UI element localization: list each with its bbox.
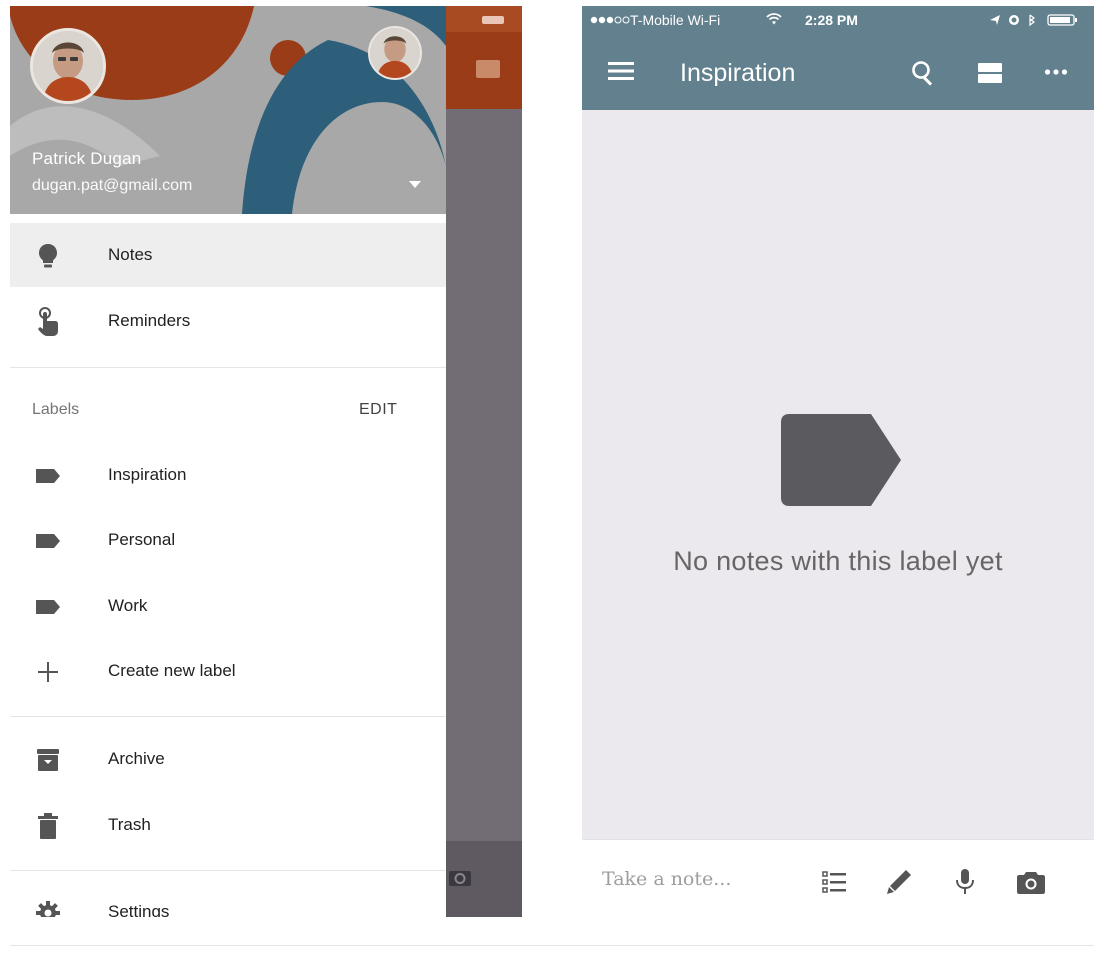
drawer-item-label: Inspiration	[108, 465, 187, 484]
secondary-account-avatar[interactable]	[368, 26, 422, 80]
profile-photo-small	[370, 28, 420, 78]
left-phone-screen: Patrick Dugan dugan.pat@gmail.com Notes	[10, 6, 522, 917]
navigation-drawer: Patrick Dugan dugan.pat@gmail.com Notes	[10, 6, 446, 917]
account-switcher-caret-icon[interactable]	[409, 181, 421, 189]
reminder-hand-icon	[38, 307, 58, 336]
take-note-input[interactable]	[602, 868, 802, 890]
edit-labels-button[interactable]: EDIT	[359, 401, 397, 419]
label-tag-icon	[36, 469, 60, 483]
carrier-name: T-Mobile Wi-Fi	[630, 12, 721, 28]
drawer-divider	[10, 716, 446, 717]
label-tag-icon	[36, 534, 60, 548]
profile-photo	[33, 31, 103, 101]
wifi-icon	[766, 13, 782, 25]
camera-icon	[449, 871, 471, 886]
drawer-item-label: Reminders	[108, 311, 191, 330]
drawer-item-label: Trash	[108, 815, 151, 834]
page-divider	[10, 945, 1094, 946]
menu-icon[interactable]	[608, 60, 634, 82]
page-title: Inspiration	[680, 59, 796, 87]
account-name: Patrick Dugan	[32, 149, 142, 168]
drawer-item-archive[interactable]: Archive	[10, 727, 446, 791]
drawer-item-label: Archive	[108, 749, 165, 768]
drawer-item-label: Personal	[108, 530, 176, 549]
drawer-divider	[10, 367, 446, 368]
account-email: dugan.pat@gmail.com	[32, 177, 193, 194]
drawer-item-label: Work	[108, 596, 148, 615]
screenshot-stage: Patrick Dugan dugan.pat@gmail.com Notes	[0, 0, 1106, 956]
app-bar: Inspiration	[582, 34, 1094, 110]
drawer-item-label: Notes	[108, 245, 153, 264]
pen-icon[interactable]	[884, 868, 914, 896]
drawer-divider	[10, 870, 446, 871]
create-new-label-button[interactable]: Create new label	[10, 639, 446, 703]
bottom-bar	[582, 839, 1094, 917]
drawer-header: Patrick Dugan dugan.pat@gmail.com	[10, 6, 446, 214]
label-tag-icon	[781, 414, 901, 506]
archive-icon	[37, 749, 59, 771]
search-icon[interactable]	[911, 60, 937, 86]
drawer-item-reminders[interactable]: Reminders	[10, 289, 446, 353]
drawer-item-label: Create new label	[108, 661, 236, 680]
battery-icon	[482, 16, 504, 24]
background-app-header	[446, 6, 522, 109]
camera-icon[interactable]	[1016, 868, 1046, 896]
signal-strength-icon	[590, 16, 630, 24]
drawer-item-label-work[interactable]: Work	[10, 574, 446, 638]
account-avatar[interactable]	[30, 28, 106, 104]
plus-icon	[38, 662, 58, 682]
background-app-body	[446, 109, 522, 841]
labels-section-title: Labels	[32, 401, 80, 418]
view-toggle-icon[interactable]	[977, 62, 1003, 84]
status-bar: T-Mobile Wi-Fi 2:28 PM	[582, 6, 1094, 34]
drawer-item-trash[interactable]: Trash	[10, 793, 446, 857]
notes-empty-state: No notes with this label yet	[582, 110, 1094, 839]
view-toggle-icon	[476, 60, 500, 78]
trash-icon	[38, 813, 58, 839]
mic-icon[interactable]	[950, 868, 980, 896]
status-indicators-icon	[990, 14, 1077, 27]
drawer-item-label-personal[interactable]: Personal	[10, 508, 446, 572]
right-phone-screen: T-Mobile Wi-Fi 2:28 PM Inspiration No no…	[582, 6, 1094, 917]
drawer-item-label-inspiration[interactable]: Inspiration	[10, 443, 446, 507]
gear-icon	[36, 901, 60, 917]
list-icon[interactable]	[820, 868, 850, 896]
drawer-item-label: Settings	[108, 902, 170, 917]
empty-state-message: No notes with this label yet	[673, 546, 1003, 576]
drawer-item-notes[interactable]: Notes	[10, 223, 446, 287]
lightbulb-icon	[39, 244, 57, 268]
background-app-scrim[interactable]	[446, 6, 522, 917]
background-status-bar	[446, 6, 522, 32]
status-time: 2:28 PM	[805, 12, 858, 28]
drawer-item-settings[interactable]: Settings	[10, 880, 446, 917]
label-tag-icon	[36, 600, 60, 614]
more-icon[interactable]	[1044, 68, 1068, 76]
